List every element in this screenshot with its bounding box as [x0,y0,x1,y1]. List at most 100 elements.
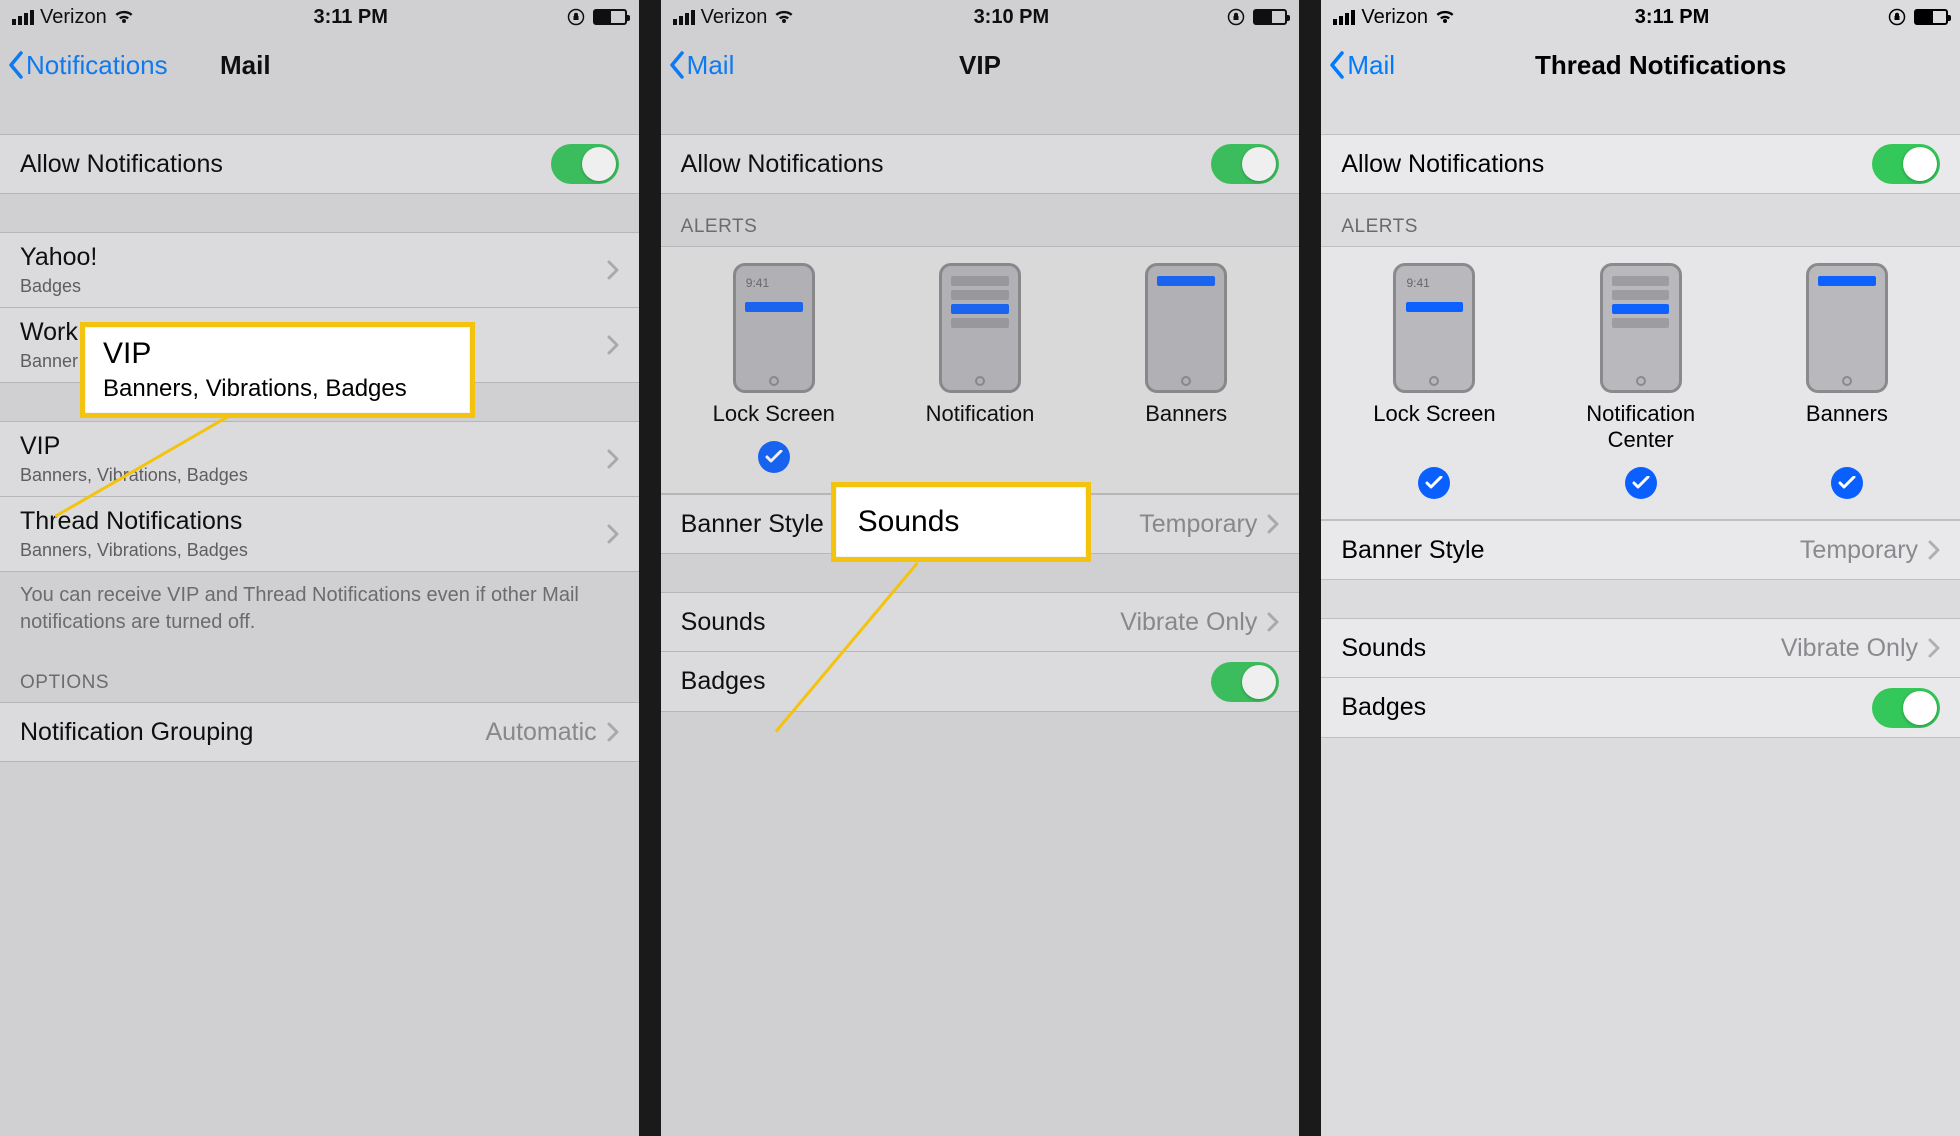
alert-banners[interactable]: Banners [1772,263,1922,453]
sounds-row[interactable]: Sounds Vibrate Only [661,592,1300,652]
alert-notification-center[interactable]: Notification Center [1566,263,1716,453]
allow-notifications-row[interactable]: Allow Notifications [661,134,1300,194]
alert-lockscreen[interactable]: 9:41 Lock Screen [1359,263,1509,453]
battery-icon [1914,9,1948,25]
allow-toggle[interactable] [551,144,619,184]
allow-label: Allow Notifications [1341,150,1544,179]
nav-title: VIP [661,50,1300,81]
chevron-left-icon [1329,51,1345,79]
alert-banners[interactable]: Banners [1111,263,1261,427]
account-name: Yahoo! [20,243,97,272]
alert-lockscreen[interactable]: 9:41 Lock Screen [699,263,849,427]
nav-header: Mail Thread Notifications [1321,34,1960,96]
allow-label: Allow Notifications [681,150,884,179]
thread-notifications-row[interactable]: Thread Notifications Banners, Vibrations… [0,497,639,572]
nav-header: Mail VIP [661,34,1300,96]
chevron-right-icon [607,260,619,280]
status-time: 3:11 PM [135,6,567,29]
status-bar: Verizon 3:11 PM [1321,0,1960,34]
alert-check-row [1321,461,1960,520]
sounds-label: Sounds [681,608,766,637]
alert-notification-center[interactable]: Notification [905,263,1055,427]
badges-toggle[interactable] [1872,688,1940,728]
banner-style-label: Banner Style [1341,536,1484,565]
screen-thread-notifications: Verizon 3:11 PM Mail Thread Notification… [1321,0,1960,1136]
thread-label: Thread Notifications [20,507,248,536]
allow-label: Allow Notifications [20,150,223,179]
carrier-label: Verizon [1361,6,1428,29]
nav-title: Thread Notifications [1321,50,1960,81]
chevron-right-icon [1928,638,1940,658]
vip-row[interactable]: VIP Banners, Vibrations, Badges [0,421,639,497]
alerts-row: 9:41 Lock Screen Notification Center Ban… [1321,246,1960,461]
badges-row[interactable]: Badges [1321,678,1960,738]
badges-toggle[interactable] [1211,662,1279,702]
status-time: 3:10 PM [795,6,1227,29]
carrier-label: Verizon [701,6,768,29]
sounds-value: Vibrate Only [1120,608,1257,637]
signal-icon [12,10,34,25]
allow-toggle[interactable] [1211,144,1279,184]
options-header: OPTIONS [0,650,639,702]
orientation-lock-icon [1227,8,1245,26]
banner-style-value: Temporary [1139,510,1257,539]
battery-icon [593,9,627,25]
callout-vip: VIP Banners, Vibrations, Badges [80,322,475,418]
allow-notifications-row[interactable]: Allow Notifications [0,134,639,194]
badges-row[interactable]: Badges [661,652,1300,712]
back-label: Mail [687,50,735,81]
grouping-value: Automatic [486,718,597,747]
wifi-icon [773,9,795,25]
wifi-icon [113,9,135,25]
back-label: Notifications [26,50,168,81]
callout-title: VIP [103,337,452,371]
sounds-value: Vibrate Only [1781,634,1918,663]
wifi-icon [1434,9,1456,25]
battery-icon [1253,9,1287,25]
callout-sounds: Sounds [831,482,1091,562]
orientation-lock-icon [567,8,585,26]
chevron-left-icon [8,51,24,79]
callout-title: Sounds [858,505,1064,539]
chevron-right-icon [607,722,619,742]
thread-sub: Banners, Vibrations, Badges [20,540,248,561]
alerts-row: 9:41 Lock Screen Notification Banners [661,246,1300,435]
chevron-left-icon [669,51,685,79]
grouping-label: Notification Grouping [20,718,253,747]
check-icon[interactable] [1625,467,1657,499]
badges-label: Badges [1341,693,1426,722]
sounds-row[interactable]: Sounds Vibrate Only [1321,618,1960,678]
back-label: Mail [1347,50,1395,81]
check-icon[interactable] [758,441,790,473]
signal-icon [1333,10,1355,25]
back-button[interactable]: Mail [1329,50,1395,81]
account-sub: Banner [20,351,78,372]
orientation-lock-icon [1888,8,1906,26]
allow-toggle[interactable] [1872,144,1940,184]
status-bar: Verizon 3:10 PM [661,0,1300,34]
alerts-header: ALERTS [1321,194,1960,246]
chevron-right-icon [607,524,619,544]
back-button[interactable]: Mail [669,50,735,81]
back-button[interactable]: Notifications [8,50,168,81]
chevron-right-icon [607,335,619,355]
chevron-right-icon [1928,540,1940,560]
nav-header: Notifications Mail [0,34,639,96]
notification-grouping-row[interactable]: Notification Grouping Automatic [0,702,639,762]
callout-sub: Banners, Vibrations, Badges [103,375,452,403]
signal-icon [673,10,695,25]
chevron-right-icon [1267,514,1279,534]
allow-notifications-row[interactable]: Allow Notifications [1321,134,1960,194]
chevron-right-icon [607,449,619,469]
check-icon[interactable] [1418,467,1450,499]
banner-style-label: Banner Style [681,510,824,539]
check-icon[interactable] [1831,467,1863,499]
screen-vip: Verizon 3:10 PM Mail VIP Allow Notificat… [661,0,1300,1136]
carrier-label: Verizon [40,6,107,29]
sounds-label: Sounds [1341,634,1426,663]
account-row-yahoo[interactable]: Yahoo! Badges [0,232,639,308]
vip-label: VIP [20,432,248,461]
banner-style-row[interactable]: Banner Style Temporary [1321,520,1960,580]
footer-text: You can receive VIP and Thread Notificat… [0,572,639,650]
banner-style-value: Temporary [1800,536,1918,565]
